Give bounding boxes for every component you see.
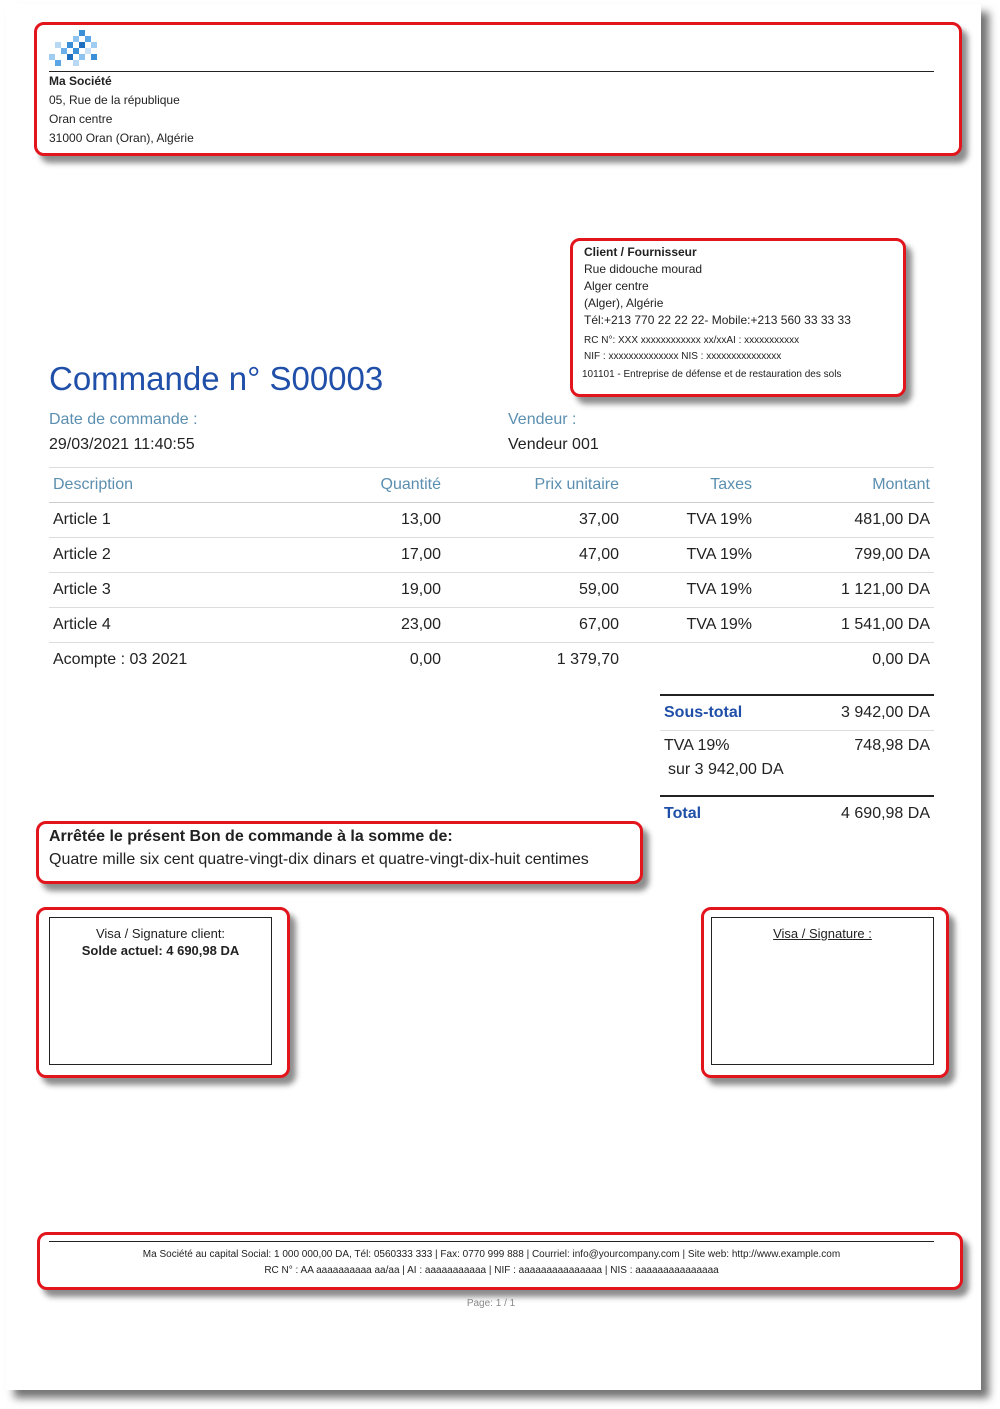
cell-description: Article 2 (49, 537, 307, 573)
cell-amount: 0,00 DA (872, 651, 930, 668)
subtotal-label: Sous-total (664, 704, 743, 721)
tax-label-cell: TVA 19% sur 3 942,00 DA (660, 731, 816, 797)
cell-quantity: 19,00 (307, 572, 445, 608)
table-row: Article 1 13,00 37,00 TVA 19% 481,00 DA (49, 502, 934, 538)
client-phone: Tél:+213 770 22 22 22- Mobile:+213 560 3… (584, 313, 851, 327)
table-row: Article 2 17,00 47,00 TVA 19% 799,00 DA (49, 537, 934, 573)
cell-taxes: TVA 19% (623, 607, 756, 643)
footer-line-1: Ma Société au capital Social: 1 000 000,… (142, 1249, 841, 1260)
cell-taxes: TVA 19% (623, 502, 756, 538)
footer-legal: Ma Société au capital Social: 1 000 000,… (49, 1247, 934, 1279)
cell-description: Article 4 (49, 607, 307, 643)
order-date-value: 29/03/2021 11:40:55 (49, 436, 195, 453)
table-row: Article 4 23,00 67,00 TVA 19% 1 541,00 D… (49, 607, 934, 643)
cell-quantity: 13,00 (307, 502, 445, 538)
company-signature-box: Visa / Signature : (711, 917, 934, 1065)
company-address-line: 31000 Oran (Oran), Algérie (49, 131, 194, 145)
client-balance: Solde actuel: 4 690,98 DA (81, 943, 240, 958)
cell-unit-price: 67,00 (445, 607, 623, 643)
cell-quantity: 0,00 (409, 651, 441, 668)
client-signature-title: Visa / Signature client: (95, 926, 226, 941)
client-signature-box: Visa / Signature client: Solde actuel: 4… (49, 917, 272, 1065)
order-lines-table: Description Quantité Prix unitaire Taxes… (49, 467, 934, 677)
client-address-line: Alger centre (584, 279, 649, 293)
column-header: Description (49, 467, 307, 503)
column-header: Taxes (623, 467, 756, 503)
client-rc: RC N°: XXX xxxxxxxxxxxx xx/xxAI : xxxxxx… (584, 335, 800, 346)
seller-label: Vendeur : (508, 411, 577, 428)
cell-description: Article 3 (49, 572, 307, 608)
table-header-row: Description Quantité Prix unitaire Taxes… (49, 467, 934, 503)
column-header: Quantité (307, 467, 445, 503)
cell-description: Article 1 (49, 502, 307, 538)
company-logo (49, 30, 97, 66)
amount-words-text: Quatre mille six cent quatre-vingt-dix d… (49, 851, 589, 868)
totals-table: Sous-total 3 942,00 DA TVA 19% sur 3 942… (660, 694, 934, 831)
company-address-line: 05, Rue de la république (49, 93, 180, 107)
company-info: Ma Société 05, Rue de la république Oran… (49, 72, 194, 148)
cell-quantity: 17,00 (307, 537, 445, 573)
cell-amount: 481,00 DA (756, 502, 934, 538)
seller-value: Vendeur 001 (508, 436, 599, 453)
cell-unit-price: 1 379,70 (556, 651, 619, 668)
cell-taxes (623, 643, 756, 678)
page-number: Page: 1 / 1 (466, 1298, 516, 1309)
cell-amount: 1 541,00 DA (756, 607, 934, 643)
cell-amount: 799,00 DA (756, 537, 934, 573)
total-label: Total (664, 805, 702, 822)
table-row: Acompte : 03 2021 0,00 1 379,70 0,00 DA (49, 643, 934, 678)
client-address-line: (Alger), Algérie (584, 296, 664, 310)
cell-taxes: TVA 19% (623, 537, 756, 573)
cell-taxes: TVA 19% (623, 572, 756, 608)
client-heading: Client / Fournisseur (584, 245, 697, 259)
tax-base: sur 3 942,00 DA (668, 761, 784, 778)
client-activity: 101101 - Entreprise de défense et de res… (582, 369, 842, 380)
column-header: Prix unitaire (445, 467, 623, 503)
page-title: Commande n° S00003 (49, 360, 384, 397)
total-value: 4 690,98 DA (841, 805, 930, 822)
tax-row: TVA 19% sur 3 942,00 DA 748,98 DA (660, 731, 934, 797)
cell-quantity: 23,00 (307, 607, 445, 643)
cell-unit-price: 47,00 (445, 537, 623, 573)
order-date-label: Date de commande : (49, 411, 198, 428)
subtotal-row: Sous-total 3 942,00 DA (660, 695, 934, 731)
column-header: Montant (756, 467, 934, 503)
tax-value: 748,98 DA (854, 737, 930, 754)
cell-unit-price: 59,00 (445, 572, 623, 608)
amount-words: Arrêtée le présent Bon de commande à la … (49, 827, 589, 873)
amount-words-heading: Arrêtée le présent Bon de commande à la … (49, 828, 453, 845)
cell-description: Acompte : 03 2021 (53, 651, 188, 668)
footer-divider (49, 1241, 934, 1242)
cell-unit-price: 37,00 (445, 502, 623, 538)
company-name: Ma Société (49, 74, 112, 88)
client-info: Client / Fournisseur Rue didouche mourad… (582, 244, 851, 383)
table-row: Article 3 19,00 59,00 TVA 19% 1 121,00 D… (49, 572, 934, 608)
client-nif: NIF : xxxxxxxxxxxxxx NIS : xxxxxxxxxxxxx… (584, 351, 782, 362)
tax-label: TVA 19% (664, 737, 730, 754)
company-address-line: Oran centre (49, 112, 113, 126)
company-signature-title: Visa / Signature : (773, 926, 872, 941)
client-address-line: Rue didouche mourad (584, 262, 703, 276)
footer-line-2: RC N° : AA aaaaaaaaaa aa/aa | AI : aaaaa… (264, 1265, 719, 1276)
cell-amount: 1 121,00 DA (756, 572, 934, 608)
total-row: Total 4 690,98 DA (660, 796, 934, 831)
subtotal-value: 3 942,00 DA (841, 704, 930, 721)
